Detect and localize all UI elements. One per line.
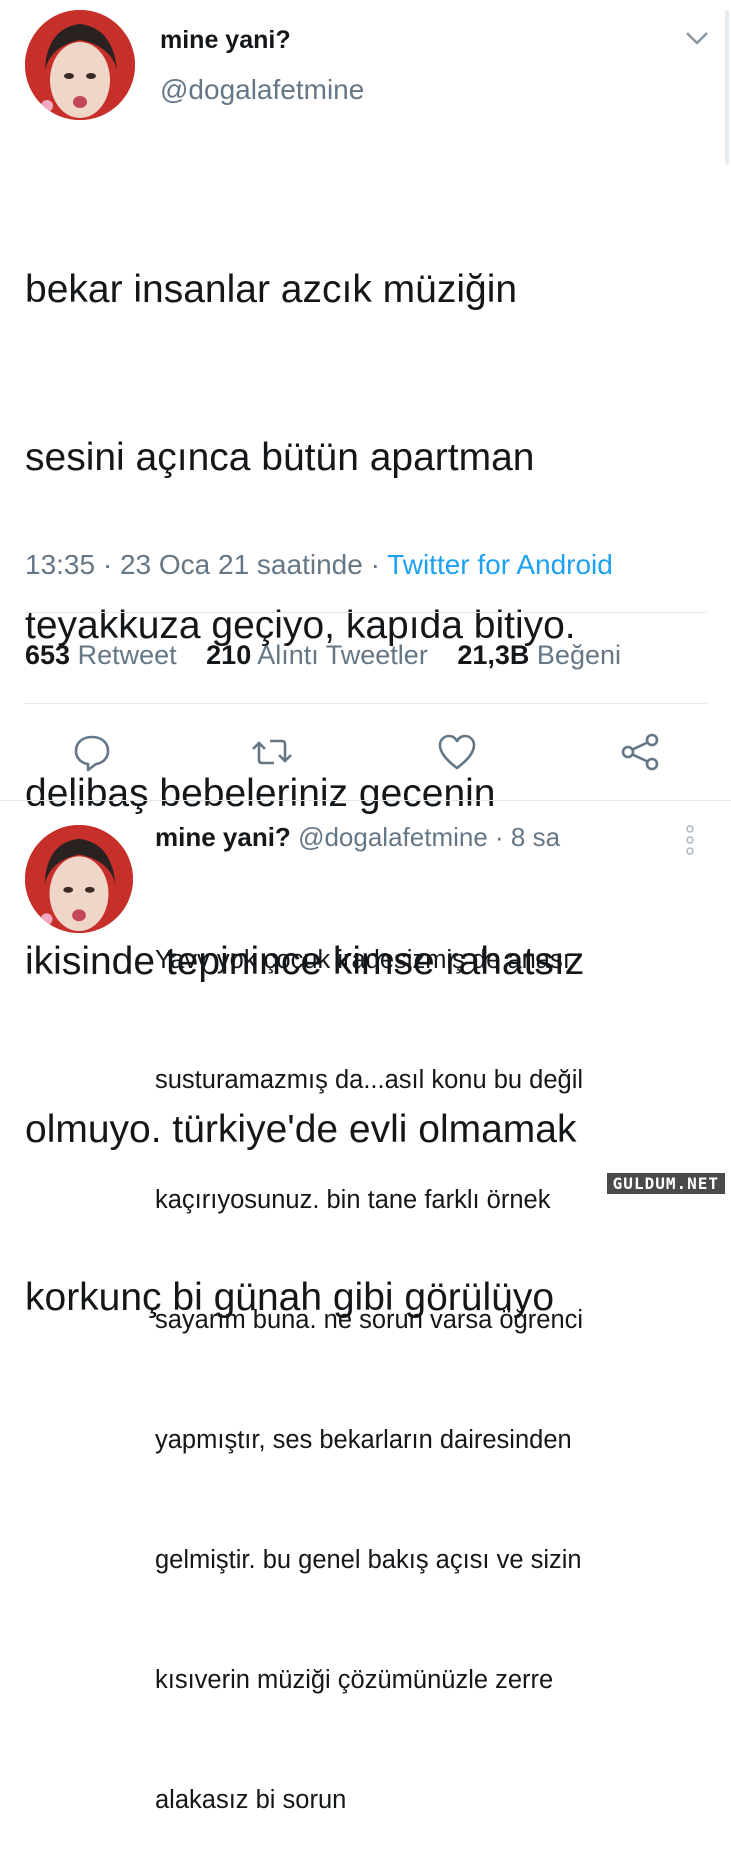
retweet-button[interactable] — [250, 730, 294, 774]
retweet-count: 653 — [25, 640, 71, 670]
retweet-label: Retweet — [77, 640, 177, 670]
tweet-text-line: sesini açınca bütün apartman — [25, 436, 535, 479]
quote-count: 210 — [206, 640, 252, 670]
retweet-icon — [252, 739, 292, 765]
avatar[interactable] — [25, 825, 133, 933]
like-button[interactable] — [435, 730, 479, 774]
reply-display-name[interactable]: mine yani? — [155, 822, 291, 852]
tweet-text-line: delibaş bebeleriniz gecenin — [25, 772, 496, 815]
avatar[interactable] — [25, 10, 135, 120]
display-name[interactable]: mine yani? — [160, 26, 291, 55]
reply-text-line: sayarım buna. ne sorun varsa öğrenci — [155, 1306, 584, 1334]
timestamp: 13:35 · 23 Oca 21 saatinde · — [25, 549, 388, 580]
share-icon — [621, 733, 659, 771]
divider — [0, 800, 731, 801]
reply-text-line: susturamazmış da...asıl konu bu değil — [155, 1066, 584, 1094]
divider — [25, 703, 707, 704]
reply-text-line: Yavv yok çocuk iradesizmiş de anası — [155, 946, 570, 974]
divider — [25, 612, 707, 613]
like-icon — [438, 734, 476, 770]
tweet-stats: 653 Retweet 210 Alıntı Tweetler 21,3B Be… — [25, 640, 621, 671]
user-handle[interactable]: @dogalafetmine — [160, 74, 364, 106]
reply-time: · 8 sa — [487, 822, 561, 852]
avatar-image — [25, 10, 135, 120]
chevron-down-icon[interactable] — [682, 26, 712, 50]
scrollbar[interactable] — [725, 10, 729, 165]
like-label: Beğeni — [536, 640, 621, 670]
quote-stat[interactable]: 210 Alıntı Tweetler — [206, 640, 428, 670]
reply-text-line: kaçırıyosunuz. bin tane farklı örnek — [155, 1186, 551, 1214]
share-button[interactable] — [618, 730, 662, 774]
reply-header: mine yani? @dogalafetmine · 8 sa — [155, 822, 560, 853]
reply-text-line: kısıverin müziği çözümünüzle zerre — [155, 1666, 554, 1694]
reply-text-line: alakasız bi sorun — [155, 1786, 347, 1814]
quote-label: Alıntı Tweetler — [257, 640, 428, 670]
avatar-image — [25, 825, 133, 933]
retweet-stat[interactable]: 653 Retweet — [25, 640, 177, 670]
like-stat[interactable]: 21,3B Beğeni — [457, 640, 621, 670]
reply-text-line: yapmıştır, ses bekarların dairesinden — [155, 1426, 572, 1454]
tweet-meta: 13:35 · 23 Oca 21 saatinde · Twitter for… — [25, 549, 613, 581]
like-count: 21,3B — [457, 640, 530, 670]
more-options-icon[interactable] — [683, 824, 697, 856]
reply-text-line: gelmiştir. bu genel bakış açısı ve sizin — [155, 1546, 582, 1574]
watermark: GULDUM.NET — [606, 1173, 725, 1194]
reply-handle[interactable]: @dogalafetmine — [298, 822, 488, 852]
tweet-text-line: bekar insanlar azcık müziğin — [25, 268, 518, 311]
reply-button[interactable] — [70, 730, 114, 774]
reply-icon — [74, 735, 110, 772]
client-link[interactable]: Twitter for Android — [387, 549, 613, 580]
reply-text: Yavv yok çocuk iradesizmiş de anası sust… — [155, 860, 675, 1860]
